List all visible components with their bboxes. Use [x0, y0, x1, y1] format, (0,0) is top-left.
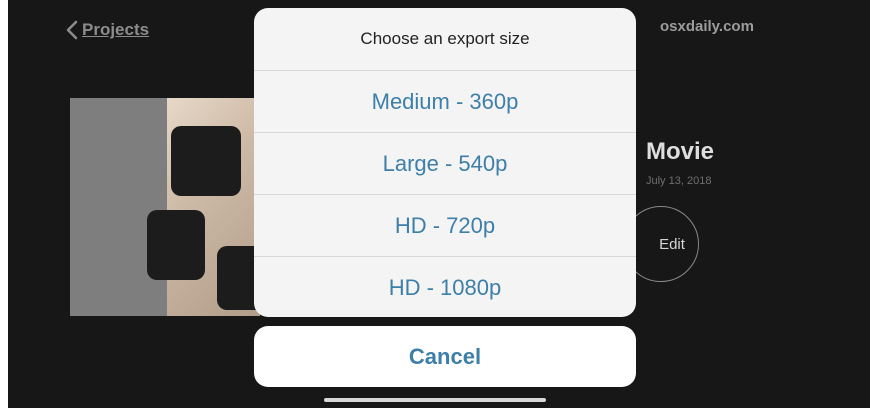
project-thumbnail[interactable] [70, 98, 260, 316]
export-option-large-540p[interactable]: Large - 540p [254, 133, 636, 195]
export-size-sheet: Choose an export size Medium - 360p Larg… [254, 8, 636, 317]
export-option-medium-360p[interactable]: Medium - 360p [254, 71, 636, 133]
thumbnail-photo [147, 98, 260, 316]
cancel-button[interactable]: Cancel [254, 326, 636, 387]
export-option-hd-1080p[interactable]: HD - 1080p [254, 257, 636, 317]
edit-button-label: Edit [659, 235, 685, 253]
home-indicator[interactable] [324, 398, 546, 402]
keyboard-key [171, 126, 241, 196]
chevron-left-icon [66, 20, 78, 40]
sheet-title: Choose an export size [254, 8, 636, 71]
back-button-label: Projects [82, 20, 150, 39]
export-option-label: HD - 1080p [388, 274, 502, 300]
cancel-button-label: Cancel [408, 343, 482, 369]
back-button[interactable]: Projects [66, 17, 149, 43]
export-option-label: Medium - 360p [371, 88, 519, 114]
thumbnail-gray-block [70, 98, 167, 316]
export-option-label: HD - 720p [394, 212, 496, 238]
export-option-hd-720p[interactable]: HD - 720p [254, 195, 636, 257]
project-title: Movie [646, 138, 715, 165]
export-option-label: Large - 540p [382, 150, 508, 176]
watermark-site: osxdaily.com [660, 18, 754, 35]
keyboard-key [147, 210, 205, 280]
app-screen: Projects osxdaily.com Movie July 13, 201… [8, 0, 870, 408]
project-date: July 13, 2018 [646, 175, 712, 187]
